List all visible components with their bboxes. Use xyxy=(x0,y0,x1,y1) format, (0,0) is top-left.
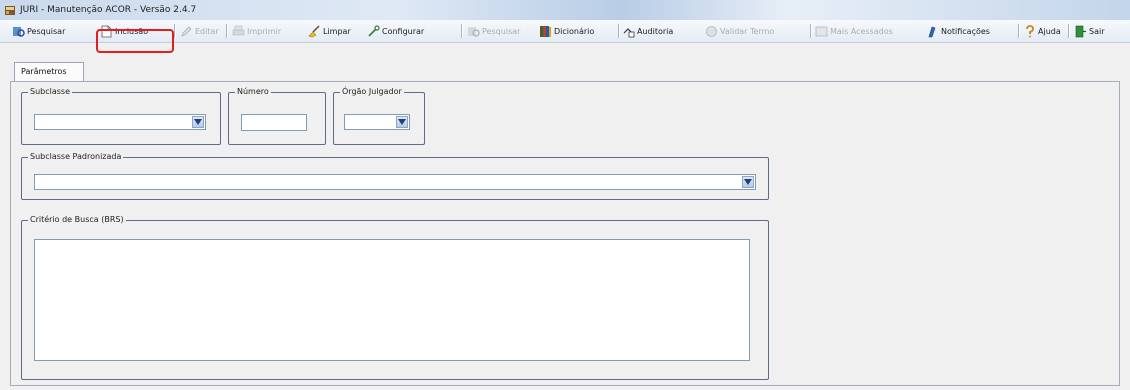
subclasse-group: Subclasse xyxy=(21,87,221,145)
criterio-busca-legend: Critério de Busca (BRS) xyxy=(28,215,126,224)
dictionary-icon xyxy=(540,25,551,37)
subclasse-padronizada-legend: Subclasse Padronizada xyxy=(28,152,124,161)
audit-button-label: Auditoria xyxy=(637,26,674,36)
numero-group: Número xyxy=(228,87,326,145)
print-button-label: Imprimir xyxy=(247,26,282,36)
chevron-down-icon xyxy=(398,119,406,125)
chevron-down-icon xyxy=(194,119,202,125)
orgao-julgador-group: Órgão Julgador xyxy=(333,87,425,145)
tab-parametros[interactable]: Parâmetros xyxy=(14,62,84,82)
search-button-label: Pesquisar xyxy=(27,26,66,36)
chevron-down-icon xyxy=(744,179,752,185)
search-icon xyxy=(13,26,25,37)
edit-icon xyxy=(181,25,192,37)
audit-icon xyxy=(623,27,635,37)
inclusao-highlight-box xyxy=(96,29,174,53)
orgao-julgador-legend: Órgão Julgador xyxy=(340,87,404,96)
validate-button[interactable]: Validar Termo xyxy=(705,23,774,39)
most-accessed-label: Mais Acessados xyxy=(830,26,893,36)
subclasse-select[interactable] xyxy=(34,114,206,130)
validate-button-label: Validar Termo xyxy=(720,26,775,36)
orgao-julgador-dropdown-button[interactable] xyxy=(396,116,408,128)
orgao-julgador-select[interactable] xyxy=(344,114,410,130)
print-button[interactable]: Imprimir xyxy=(232,23,281,39)
exit-icon xyxy=(1075,25,1086,37)
tab-parametros-label: Parâmetros xyxy=(21,67,67,76)
window-title: JURI - Manutenção ACOR - Versão 2.4.7 xyxy=(20,5,197,15)
subclasse-dropdown-button[interactable] xyxy=(192,116,204,128)
configure-button-label: Configurar xyxy=(382,26,425,36)
numero-legend: Número xyxy=(235,87,271,96)
help-button-label: Ajuda xyxy=(1038,26,1061,36)
print-icon xyxy=(232,25,245,35)
dictionary-button-label: Dicionário xyxy=(554,26,595,36)
search-icon xyxy=(468,26,480,37)
exit-button-label: Sair xyxy=(1089,26,1105,36)
validate-icon xyxy=(706,25,717,37)
most-accessed-button[interactable]: Mais Acessados xyxy=(815,23,893,39)
parameters-panel: Subclasse Número Órgão Julgador Subclass… xyxy=(10,81,1120,386)
configure-icon xyxy=(368,24,380,37)
search-button[interactable]: Pesquisar xyxy=(12,23,65,39)
subclasse-padronizada-select[interactable] xyxy=(34,174,756,190)
dictionary-button[interactable]: Dicionário xyxy=(539,23,594,39)
exit-button[interactable]: Sair xyxy=(1074,23,1105,39)
numero-input[interactable] xyxy=(241,114,307,131)
clear-button[interactable]: Limpar xyxy=(308,23,351,39)
search-disabled-button[interactable]: Pesquisar xyxy=(467,23,520,39)
clear-icon xyxy=(308,24,320,37)
help-icon xyxy=(1026,24,1034,37)
subclasse-legend: Subclasse xyxy=(28,87,73,96)
clear-button-label: Limpar xyxy=(323,26,351,36)
notifications-button[interactable]: Notificações xyxy=(926,23,990,39)
criterio-busca-group: Critério de Busca (BRS) xyxy=(21,215,769,380)
list-icon xyxy=(815,26,828,36)
notifications-button-label: Notificações xyxy=(941,26,990,36)
notification-icon xyxy=(928,26,936,37)
subclasse-padronizada-group: Subclasse Padronizada xyxy=(21,152,769,200)
help-button[interactable]: Ajuda xyxy=(1023,23,1061,39)
subclasse-padronizada-dropdown-button[interactable] xyxy=(742,176,754,188)
edit-button-label: Editar xyxy=(195,26,219,36)
configure-button[interactable]: Configurar xyxy=(367,23,424,39)
criterio-busca-textarea[interactable] xyxy=(34,239,750,361)
edit-button[interactable]: Editar xyxy=(180,23,219,39)
app-icon xyxy=(5,6,15,15)
title-bar: JURI - Manutenção ACOR - Versão 2.4.7 xyxy=(0,0,1130,20)
audit-button[interactable]: Auditoria xyxy=(622,23,673,39)
search-disabled-label: Pesquisar xyxy=(482,26,521,36)
